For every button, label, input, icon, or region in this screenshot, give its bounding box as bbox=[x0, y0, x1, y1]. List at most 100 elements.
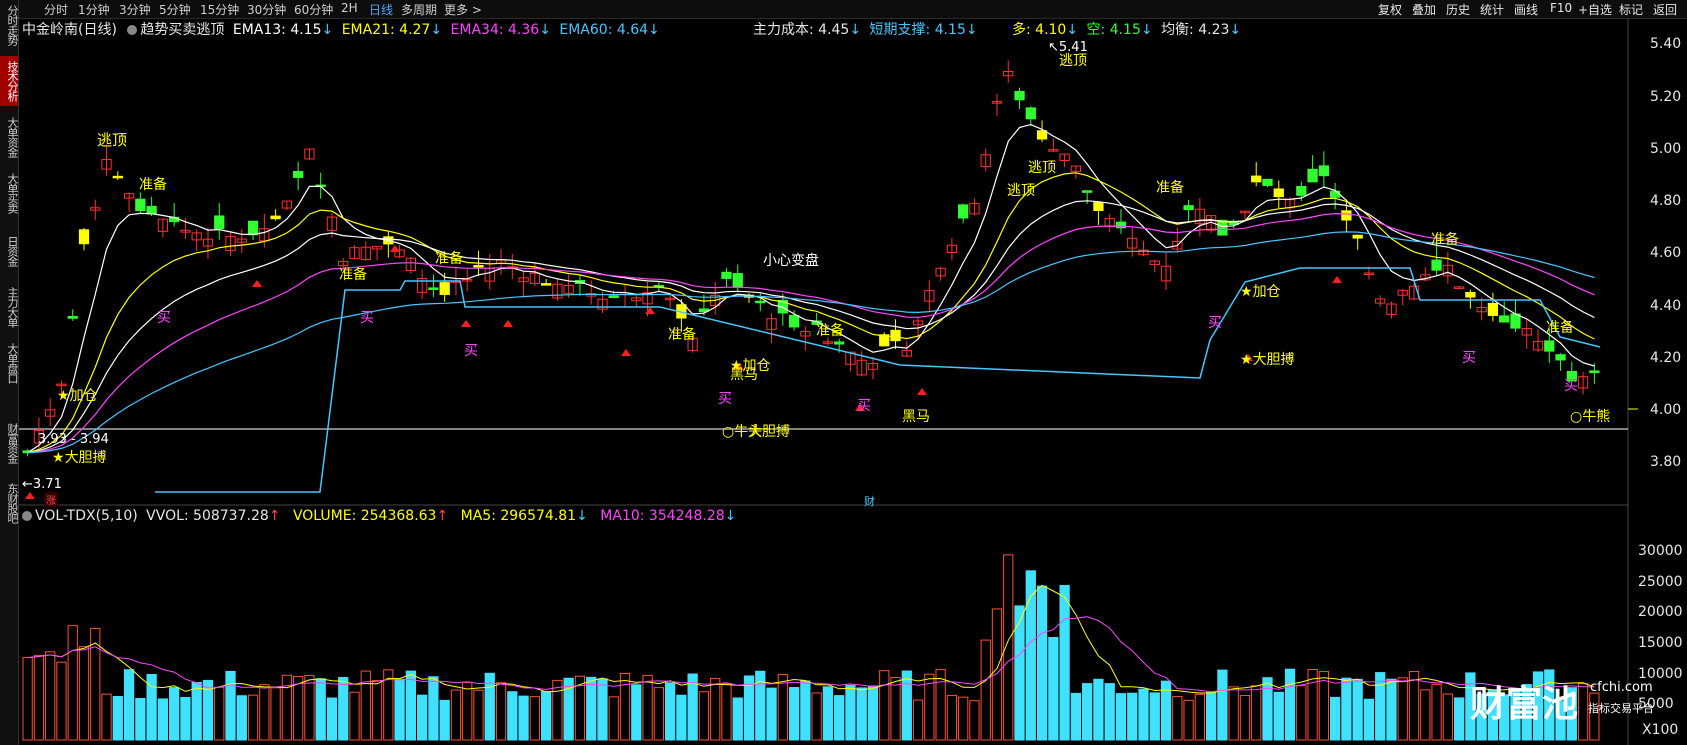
volume-bar bbox=[1093, 678, 1104, 741]
volume-bar bbox=[766, 687, 777, 741]
volume-bar bbox=[1408, 671, 1420, 741]
volume-bar bbox=[935, 669, 946, 741]
volume-bar bbox=[428, 676, 439, 741]
price-tick: 5.20 bbox=[1650, 89, 1682, 105]
volume-bar bbox=[1352, 678, 1363, 741]
signal-prepare: 准备 bbox=[339, 267, 367, 283]
volume-bar bbox=[67, 625, 78, 741]
volume-bar bbox=[1273, 691, 1284, 741]
volume-bar bbox=[653, 687, 664, 741]
buy-arrow-icon bbox=[390, 245, 400, 252]
volume-bar bbox=[293, 675, 304, 741]
volume-bar bbox=[721, 683, 732, 741]
volume-bar bbox=[326, 697, 338, 741]
ema-lines-group bbox=[27, 123, 1595, 454]
volume-bar bbox=[78, 646, 90, 741]
volume-bar bbox=[1082, 683, 1093, 741]
candle-body bbox=[78, 229, 90, 245]
candle-body bbox=[428, 287, 439, 290]
signal-buy: 买 bbox=[1462, 350, 1476, 366]
candle-body bbox=[958, 204, 969, 219]
volume-bar bbox=[822, 686, 834, 741]
price-tick: 3.80 bbox=[1650, 454, 1682, 470]
candle-body bbox=[112, 175, 123, 179]
volume-bar bbox=[439, 699, 450, 741]
signal-top-escape: 逃顶 bbox=[1028, 160, 1056, 176]
candle-body bbox=[1025, 107, 1036, 120]
volume-bar bbox=[631, 684, 642, 741]
volume-bar bbox=[1420, 689, 1431, 741]
volume-bar bbox=[45, 651, 56, 741]
candle-body bbox=[1251, 175, 1262, 183]
candle-body bbox=[473, 264, 484, 268]
volume-bar bbox=[1104, 683, 1115, 741]
volume-bar bbox=[698, 691, 710, 741]
volume-bar bbox=[247, 694, 259, 741]
candle-body bbox=[1093, 202, 1104, 211]
signal-prepare: 准备 bbox=[816, 323, 844, 339]
candle-body bbox=[1487, 302, 1499, 316]
signal-buy: 买 bbox=[1208, 315, 1222, 331]
signal-prepare: 准备 bbox=[1546, 320, 1574, 336]
volume-bar bbox=[495, 682, 507, 741]
candle-body bbox=[214, 215, 225, 230]
volume-bar bbox=[169, 687, 180, 741]
volume-bar bbox=[462, 681, 473, 741]
volume-bar bbox=[180, 696, 191, 741]
settings-dot-icon[interactable] bbox=[22, 511, 32, 521]
volume-bar bbox=[1217, 669, 1228, 741]
candle-body bbox=[721, 271, 732, 279]
volume-bar bbox=[800, 680, 811, 741]
volume-bar bbox=[1431, 683, 1442, 741]
volume-bar bbox=[642, 674, 653, 741]
candle-body bbox=[1183, 205, 1194, 211]
volume-bar bbox=[225, 670, 236, 741]
volume-bar bbox=[450, 689, 462, 741]
volume-bar bbox=[259, 684, 270, 741]
volume-bar bbox=[1036, 585, 1048, 741]
volume-bar bbox=[349, 691, 360, 741]
volume-bar bbox=[811, 692, 822, 741]
volume-bar bbox=[417, 694, 428, 741]
volume-bar bbox=[473, 689, 484, 741]
volume-bar bbox=[135, 697, 146, 741]
candle-body bbox=[1082, 190, 1093, 193]
volume-bar bbox=[980, 639, 991, 741]
finance-marker[interactable]: 财 bbox=[864, 493, 875, 509]
vvol-value: VVOL: 508737.28 bbox=[146, 508, 269, 524]
range-label: 3.93 - 3.94 bbox=[38, 432, 109, 447]
volume-bar bbox=[834, 695, 845, 741]
volume-tick: 20000 bbox=[1638, 604, 1683, 620]
signal-bold-bet: ★大胆搏 bbox=[1240, 352, 1295, 368]
signal-prepare: 准备 bbox=[139, 177, 167, 193]
buy-arrow-icon bbox=[252, 280, 262, 287]
up-arrow-icon: ↑ bbox=[436, 508, 449, 524]
candle-body bbox=[1431, 259, 1442, 271]
candle-body bbox=[1499, 315, 1510, 323]
candle-body bbox=[1589, 370, 1600, 374]
buy-arrow-icon bbox=[1332, 276, 1342, 283]
support-step-line bbox=[155, 267, 1601, 493]
volume-indicator-name[interactable]: VOL-TDX(5,10) bbox=[35, 508, 138, 524]
volume-bar bbox=[33, 654, 45, 741]
price-tick: 4.60 bbox=[1650, 245, 1682, 261]
price-chart[interactable] bbox=[0, 0, 1687, 745]
candle-body bbox=[135, 198, 146, 212]
candle-body bbox=[755, 300, 766, 304]
volume-bar bbox=[1341, 677, 1352, 741]
volume-bar bbox=[912, 699, 924, 741]
signal-dark-horse: 黑马 bbox=[902, 409, 930, 425]
signal-dark-horse: 黑马 bbox=[730, 367, 758, 383]
signal-buy: 买 bbox=[360, 310, 374, 326]
volume-bar bbox=[845, 684, 856, 741]
candle-body bbox=[1262, 178, 1273, 186]
signal-prepare: 准备 bbox=[1156, 180, 1184, 196]
buy-arrow-icon bbox=[645, 307, 655, 314]
candle-body bbox=[67, 315, 78, 319]
volume-bar bbox=[867, 685, 879, 741]
signal-buy: 买 bbox=[464, 343, 478, 359]
candle-body bbox=[1307, 168, 1318, 183]
volume-bar bbox=[969, 700, 980, 741]
candle-body bbox=[293, 171, 304, 178]
volume-bar bbox=[890, 676, 901, 741]
